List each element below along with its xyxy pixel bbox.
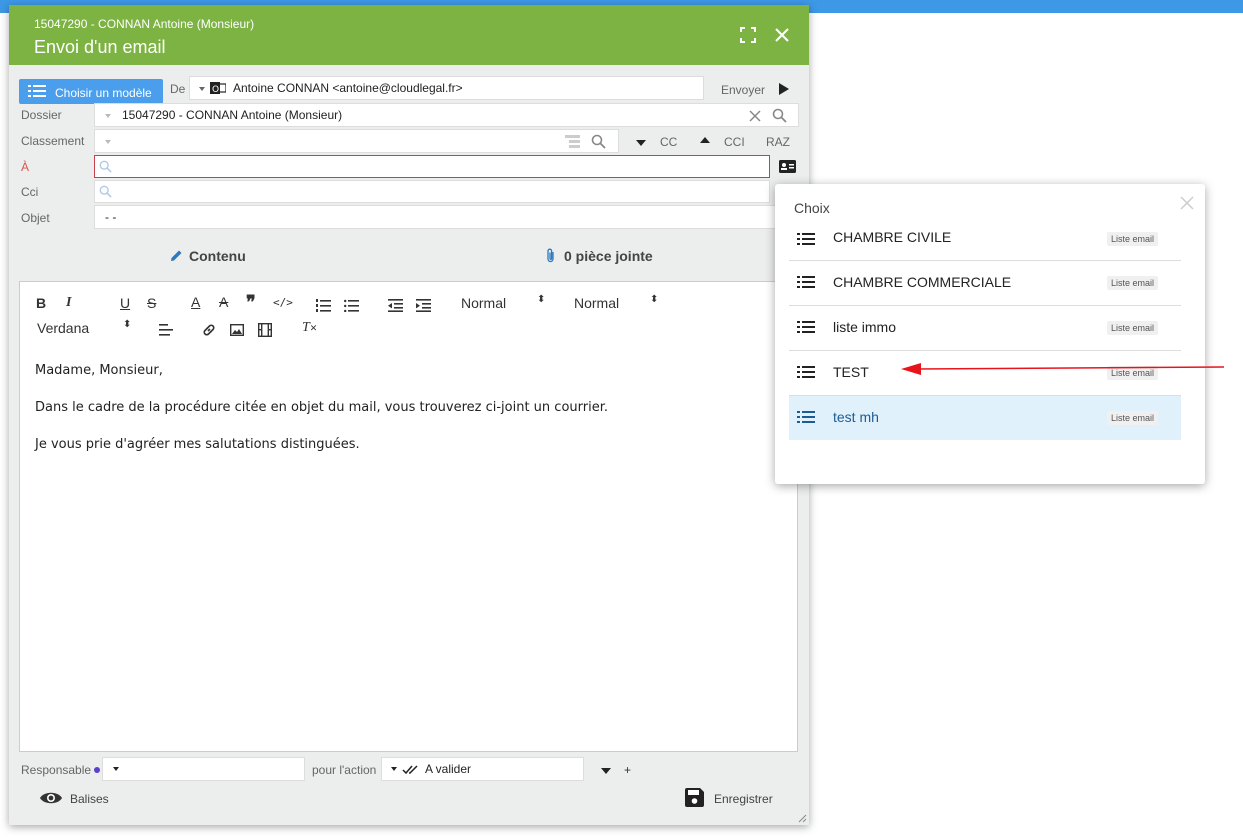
annotation-arrow	[901, 363, 1225, 375]
